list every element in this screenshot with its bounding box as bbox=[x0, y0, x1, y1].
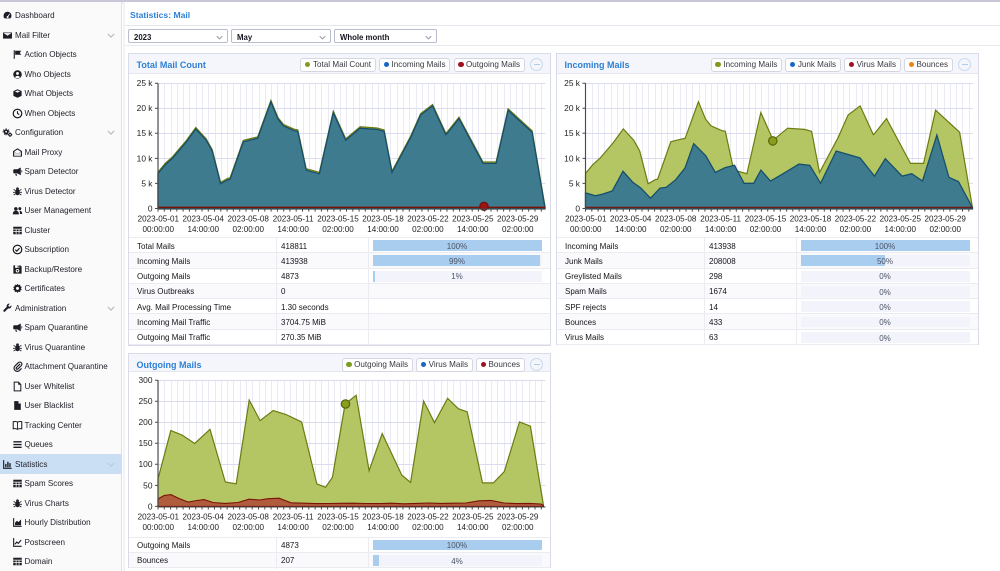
svg-text:00:00:00: 00:00:00 bbox=[143, 225, 175, 234]
svg-text:14:00:00: 14:00:00 bbox=[187, 523, 219, 532]
svg-text:02:00:00: 02:00:00 bbox=[660, 225, 692, 234]
svg-text:2023-05-29: 2023-05-29 bbox=[497, 513, 539, 522]
svg-text:2023-05-22: 2023-05-22 bbox=[407, 215, 449, 224]
svg-text:200: 200 bbox=[139, 417, 153, 427]
svg-text:14:00:00: 14:00:00 bbox=[367, 225, 399, 234]
svg-text:15 k: 15 k bbox=[137, 128, 154, 138]
svg-text:2023-05-11: 2023-05-11 bbox=[700, 215, 741, 224]
svg-text:14:00:00: 14:00:00 bbox=[705, 225, 737, 234]
svg-text:0: 0 bbox=[148, 501, 153, 511]
svg-text:14:00:00: 14:00:00 bbox=[187, 225, 219, 234]
svg-text:2023-05-01: 2023-05-01 bbox=[565, 215, 607, 224]
svg-text:2023-05-08: 2023-05-08 bbox=[227, 513, 269, 522]
svg-text:14:00:00: 14:00:00 bbox=[277, 225, 309, 234]
svg-text:2023-05-25: 2023-05-25 bbox=[880, 215, 922, 224]
svg-text:2023-05-11: 2023-05-11 bbox=[273, 513, 314, 522]
svg-text:2023-05-08: 2023-05-08 bbox=[655, 215, 697, 224]
svg-text:02:00:00: 02:00:00 bbox=[412, 523, 444, 532]
svg-text:2023-05-11: 2023-05-11 bbox=[273, 215, 314, 224]
svg-text:0: 0 bbox=[148, 203, 153, 213]
svg-text:14:00:00: 14:00:00 bbox=[457, 523, 489, 532]
svg-text:02:00:00: 02:00:00 bbox=[929, 225, 961, 234]
svg-text:14:00:00: 14:00:00 bbox=[457, 225, 489, 234]
svg-text:2023-05-22: 2023-05-22 bbox=[835, 215, 877, 224]
svg-text:2023-05-18: 2023-05-18 bbox=[362, 215, 404, 224]
svg-text:14:00:00: 14:00:00 bbox=[367, 523, 399, 532]
svg-text:2023-05-15: 2023-05-15 bbox=[317, 215, 359, 224]
svg-text:50: 50 bbox=[143, 480, 153, 490]
svg-text:5 k: 5 k bbox=[141, 178, 153, 188]
svg-text:2023-05-01: 2023-05-01 bbox=[138, 513, 180, 522]
svg-text:14:00:00: 14:00:00 bbox=[277, 523, 309, 532]
svg-text:300: 300 bbox=[139, 375, 153, 385]
svg-text:0: 0 bbox=[575, 203, 580, 213]
svg-text:14:00:00: 14:00:00 bbox=[885, 225, 917, 234]
svg-text:2023-05-25: 2023-05-25 bbox=[452, 513, 494, 522]
svg-text:2023-05-29: 2023-05-29 bbox=[497, 215, 539, 224]
svg-text:250: 250 bbox=[139, 396, 153, 406]
svg-text:20 k: 20 k bbox=[564, 103, 581, 113]
svg-text:2023-05-04: 2023-05-04 bbox=[182, 513, 224, 522]
svg-text:2023-05-18: 2023-05-18 bbox=[362, 513, 404, 522]
svg-text:25 k: 25 k bbox=[137, 78, 154, 88]
svg-text:100: 100 bbox=[139, 459, 153, 469]
svg-text:14:00:00: 14:00:00 bbox=[795, 225, 827, 234]
svg-text:15 k: 15 k bbox=[564, 128, 581, 138]
svg-text:00:00:00: 00:00:00 bbox=[143, 523, 175, 532]
svg-text:02:00:00: 02:00:00 bbox=[412, 225, 444, 234]
svg-text:14:00:00: 14:00:00 bbox=[615, 225, 647, 234]
svg-text:150: 150 bbox=[139, 438, 153, 448]
svg-text:02:00:00: 02:00:00 bbox=[232, 523, 264, 532]
svg-text:02:00:00: 02:00:00 bbox=[502, 225, 534, 234]
svg-text:5 k: 5 k bbox=[569, 178, 581, 188]
svg-text:2023-05-04: 2023-05-04 bbox=[610, 215, 652, 224]
svg-text:10 k: 10 k bbox=[564, 153, 581, 163]
svg-text:2023-05-22: 2023-05-22 bbox=[407, 513, 449, 522]
svg-text:02:00:00: 02:00:00 bbox=[750, 225, 782, 234]
svg-text:02:00:00: 02:00:00 bbox=[502, 523, 534, 532]
svg-text:2023-05-08: 2023-05-08 bbox=[227, 215, 269, 224]
svg-text:2023-05-04: 2023-05-04 bbox=[182, 215, 224, 224]
svg-text:2023-05-01: 2023-05-01 bbox=[138, 215, 180, 224]
svg-text:2023-05-15: 2023-05-15 bbox=[317, 513, 359, 522]
svg-text:20 k: 20 k bbox=[137, 103, 154, 113]
svg-text:2023-05-25: 2023-05-25 bbox=[452, 215, 494, 224]
svg-text:25 k: 25 k bbox=[564, 78, 581, 88]
svg-text:02:00:00: 02:00:00 bbox=[322, 225, 354, 234]
svg-text:2023-05-18: 2023-05-18 bbox=[790, 215, 832, 224]
svg-text:2023-05-15: 2023-05-15 bbox=[745, 215, 787, 224]
svg-text:02:00:00: 02:00:00 bbox=[322, 523, 354, 532]
svg-text:02:00:00: 02:00:00 bbox=[840, 225, 872, 234]
svg-text:02:00:00: 02:00:00 bbox=[232, 225, 264, 234]
svg-text:10 k: 10 k bbox=[137, 153, 154, 163]
svg-text:2023-05-29: 2023-05-29 bbox=[924, 215, 966, 224]
svg-text:00:00:00: 00:00:00 bbox=[570, 225, 602, 234]
